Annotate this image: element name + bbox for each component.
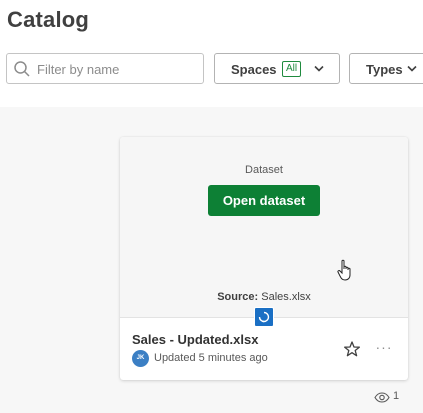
source-label: Source: [217, 291, 259, 303]
search-box[interactable] [6, 53, 204, 84]
dataset-app-icon [254, 307, 274, 327]
page-title: Catalog [7, 7, 90, 32]
chevron-down-icon [407, 65, 417, 72]
avatar: JK [132, 350, 149, 367]
catalog-header: Catalog Spaces All Types [0, 0, 423, 107]
more-options-icon[interactable]: ··· [374, 340, 394, 358]
eye-icon [374, 392, 390, 403]
open-dataset-button[interactable]: Open dataset [208, 185, 320, 216]
updated-timestamp: Updated 5 minutes ago [154, 352, 268, 364]
chevron-down-icon [314, 65, 324, 72]
search-icon [14, 61, 30, 77]
source-value: Sales.xlsx [261, 291, 311, 303]
hand-pointer-icon [337, 259, 351, 281]
card-title[interactable]: Sales - Updated.xlsx [132, 332, 258, 347]
types-filter-label: Types [366, 62, 403, 77]
spaces-filter-badge: All [282, 61, 302, 77]
spaces-filter-label: Spaces [231, 62, 277, 77]
preview-type-label: Dataset [245, 164, 283, 176]
source-line: Source: Sales.xlsx [120, 291, 408, 303]
search-input[interactable] [37, 59, 197, 79]
views-count: 1 [393, 390, 400, 402]
dataset-card[interactable]: Dataset Open dataset Source: Sales.xlsx … [120, 137, 408, 380]
star-icon[interactable] [343, 340, 361, 358]
spaces-filter-button[interactable]: Spaces All [214, 53, 340, 84]
types-filter-button[interactable]: Types [349, 53, 423, 84]
card-preview: Dataset Open dataset Source: Sales.xlsx [120, 137, 408, 318]
